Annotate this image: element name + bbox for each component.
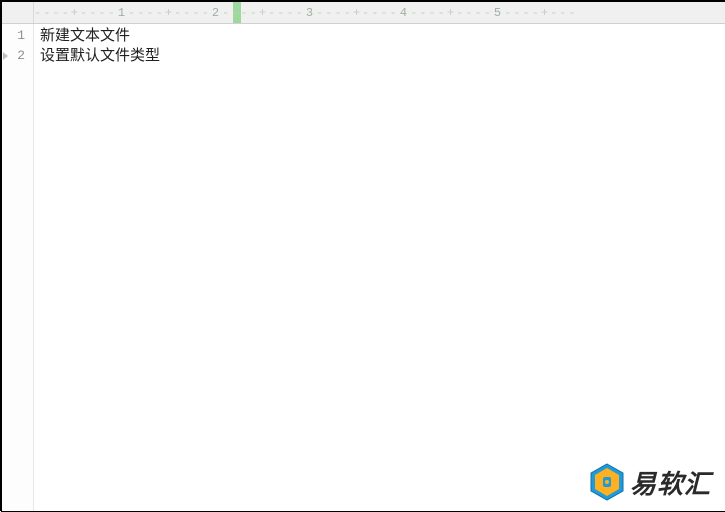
ruler-gutter <box>2 2 34 23</box>
ruler-seg: ----+---- <box>410 6 493 20</box>
ruler-num-1: 1 <box>117 6 128 20</box>
bookmark-marker-icon <box>3 52 8 60</box>
line-number-text: 2 <box>17 48 25 63</box>
ruler-seg: ----+---- <box>222 6 305 20</box>
hex-logo-icon <box>590 463 624 501</box>
line-number-gutter: 1 2 <box>2 24 34 511</box>
ruler-seg: ----+---- <box>34 6 117 20</box>
text-line[interactable]: 新建文本文件 <box>40 26 725 46</box>
ruler[interactable]: ----+---- 1 ----+---- 2 ----+---- 3 ----… <box>2 2 725 24</box>
ruler-seg: ----+---- <box>316 6 399 20</box>
ruler-marks: ----+---- 1 ----+---- 2 ----+---- 3 ----… <box>34 2 725 23</box>
ruler-num-4: 4 <box>399 6 410 20</box>
line-number: 2 <box>2 46 33 66</box>
ruler-num-5: 5 <box>493 6 504 20</box>
ruler-num-3: 3 <box>305 6 316 20</box>
ruler-track: ----+---- 1 ----+---- 2 ----+---- 3 ----… <box>34 2 725 23</box>
ruler-seg: ----+---- <box>128 6 211 20</box>
text-line[interactable]: 设置默认文件类型 <box>40 46 725 66</box>
watermark: 易软汇 <box>590 463 711 501</box>
text-content[interactable]: 新建文本文件 设置默认文件类型 <box>34 24 725 511</box>
line-number-text: 1 <box>17 28 25 43</box>
ruler-seg: ----+--- <box>504 6 578 20</box>
line-number: 1 <box>2 26 33 46</box>
editor-area[interactable]: 1 2 新建文本文件 设置默认文件类型 易软汇 <box>2 24 725 511</box>
watermark-text: 易软汇 <box>630 464 711 501</box>
ruler-num-2: 2 <box>211 6 222 20</box>
